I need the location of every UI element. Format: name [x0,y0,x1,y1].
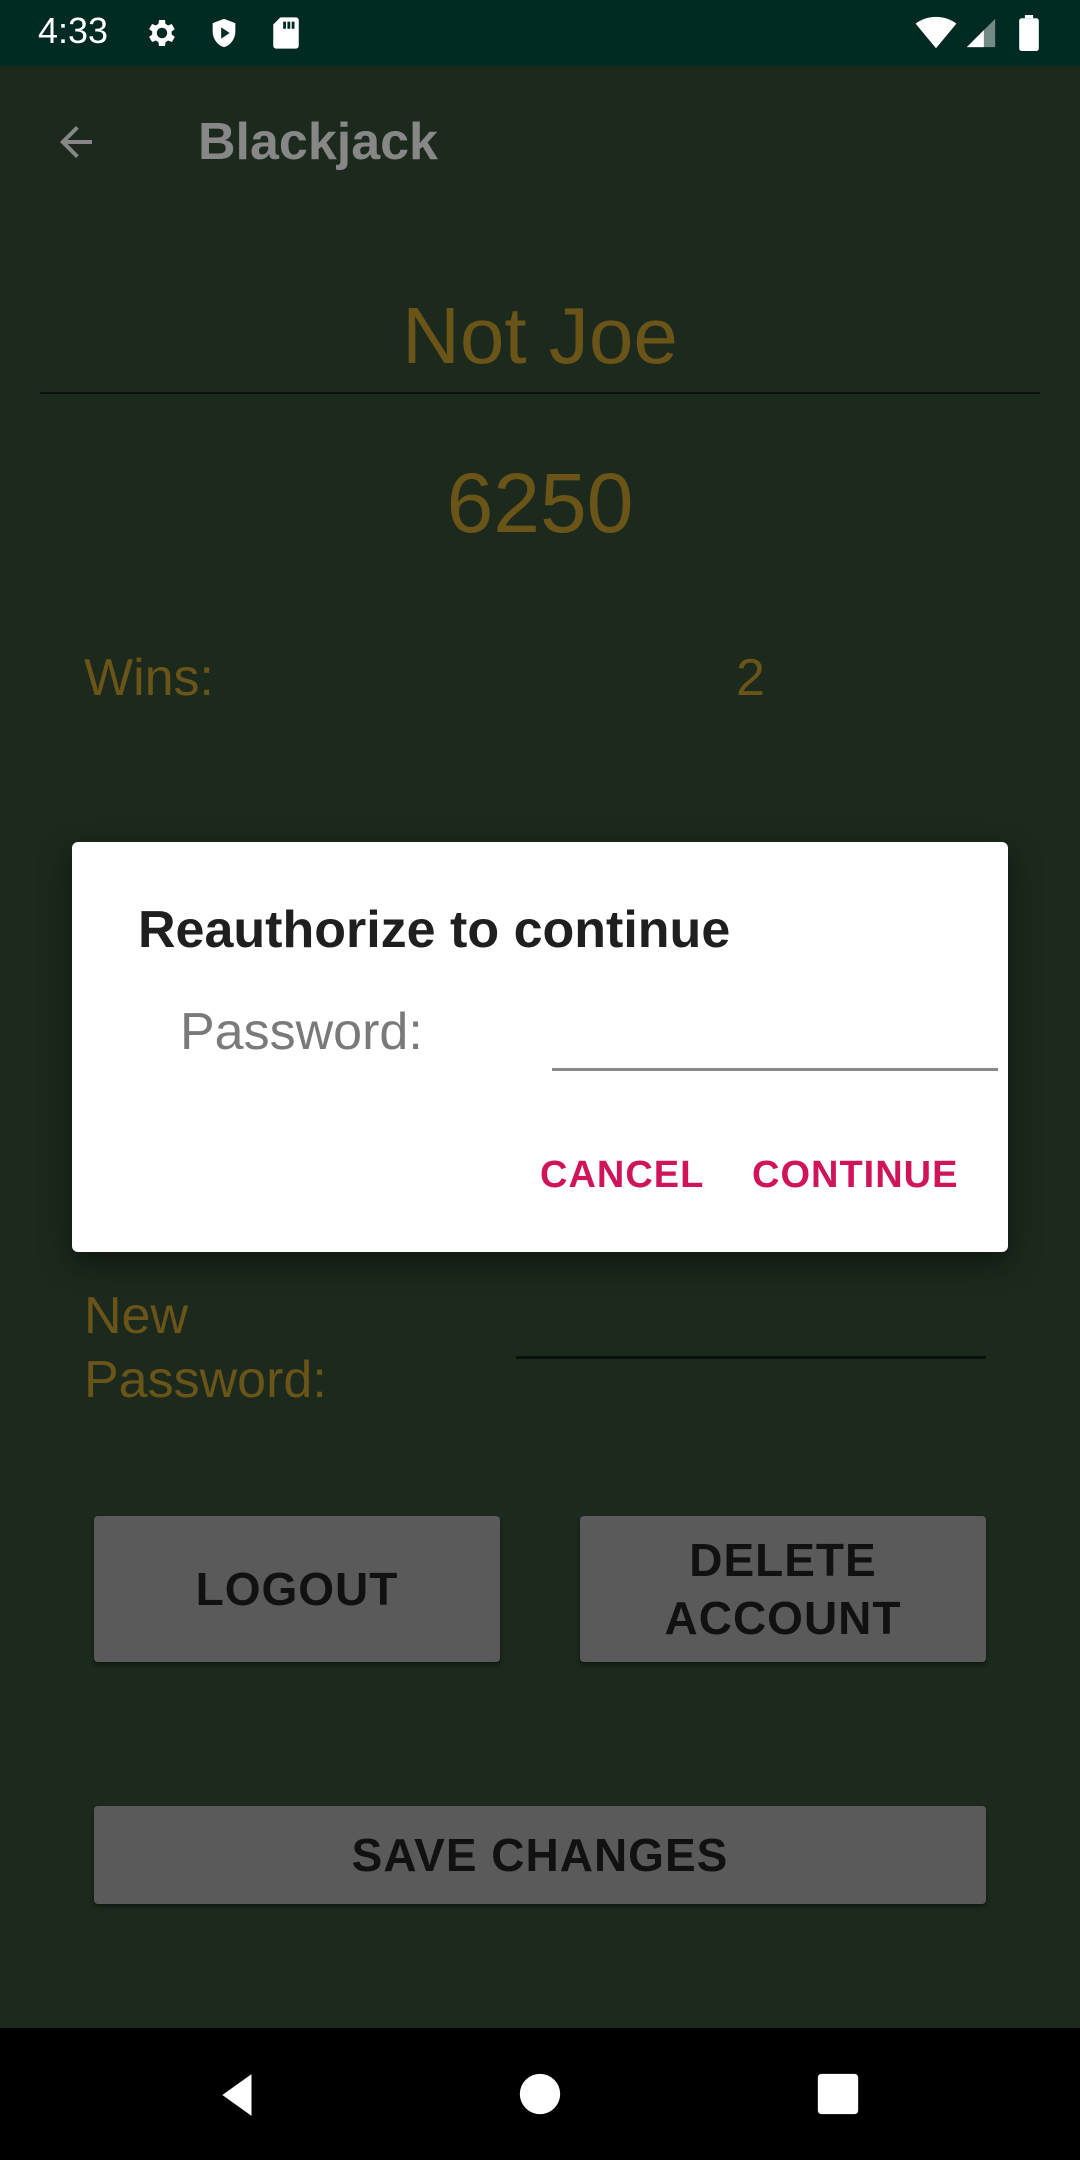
wifi-icon [914,14,958,52]
home-circle-icon[interactable] [518,2072,562,2121]
username-underline [40,392,1040,394]
arrow-left-icon[interactable] [48,118,108,168]
gear-icon [143,14,181,52]
password-label: Password: [180,1003,423,1061]
app-title: Blackjack [198,113,438,171]
continue-button[interactable]: CONTINUE [752,1154,958,1197]
new-password-field[interactable] [516,1356,986,1359]
username-field[interactable]: Not Joe [0,290,1080,382]
sd-card-icon [267,14,305,52]
status-time: 4:33 [38,10,109,51]
delete-account-button[interactable]: DELETE ACCOUNT [580,1516,986,1662]
cancel-button[interactable]: CANCEL [540,1154,704,1197]
reauthorize-dialog: Reauthorize to continue Password: CANCEL… [72,842,1008,1252]
recents-square-icon[interactable] [816,2072,860,2121]
score-value: 6250 [446,456,634,550]
logout-button[interactable]: LOGOUT [94,1516,500,1662]
back-triangle-icon[interactable] [214,2070,264,2125]
save-changes-button[interactable]: SAVE CHANGES [94,1806,986,1904]
signal-icon [962,14,1000,52]
password-input[interactable] [552,992,998,1071]
shield-icon [205,14,243,52]
wins-label: Wins: [84,649,214,707]
battery-icon [1010,14,1048,52]
dialog-title: Reauthorize to continue [138,901,731,959]
status-bar: 4:33 [0,0,1080,66]
app-bar [0,66,1080,226]
wins-value: 2 [736,649,765,707]
navigation-bar [0,2028,1080,2160]
new-password-label: New Password: [84,1287,327,1409]
